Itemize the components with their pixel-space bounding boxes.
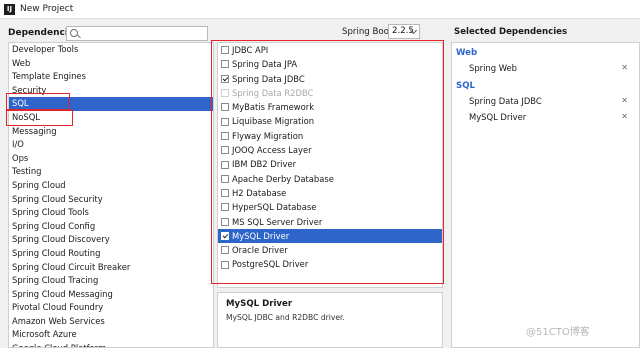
category-item[interactable]: Template Engines xyxy=(9,70,213,84)
selected-dependency-label: MySQL Driver xyxy=(469,112,527,122)
category-item[interactable]: Messaging xyxy=(9,125,213,139)
category-item[interactable]: Spring Cloud Config xyxy=(9,220,213,234)
watermark: @51CTO博客 xyxy=(526,327,590,338)
selected-dependency-item: MySQL Driver ✕ xyxy=(452,109,639,125)
category-item[interactable]: Amazon Web Services xyxy=(9,315,213,329)
spring-boot-version-select[interactable]: 2.2.5 xyxy=(388,24,420,39)
search-icon xyxy=(70,29,78,37)
selected-dependency-item: Spring Data JDBC ✕ xyxy=(452,93,639,109)
annotation-nosql-box xyxy=(6,110,73,126)
window-title: New Project xyxy=(20,4,74,14)
description-panel: MySQL Driver MySQL JDBC and R2DBC driver… xyxy=(217,292,443,348)
category-item[interactable]: Spring Cloud xyxy=(9,179,213,193)
selected-dependency-item: Spring Web ✕ xyxy=(452,60,639,76)
category-item[interactable]: Web xyxy=(9,57,213,71)
remove-icon[interactable]: ✕ xyxy=(621,109,628,125)
category-item[interactable]: I/O xyxy=(9,138,213,152)
annotation-dependencies-box xyxy=(211,40,444,284)
category-item[interactable]: Spring Cloud Messaging xyxy=(9,288,213,302)
description-title: MySQL Driver xyxy=(226,299,293,309)
title-bar: IJ New Project xyxy=(0,0,640,19)
description-text: MySQL JDBC and R2DBC driver. xyxy=(226,313,345,322)
selected-dependencies-panel: Web Spring Web ✕ SQL Spring Data JDBC ✕ MySQL … xyxy=(451,42,640,348)
category-item[interactable]: Spring Cloud Security xyxy=(9,193,213,207)
spring-boot-label: Spring Boot xyxy=(342,27,393,37)
category-item[interactable]: Developer Tools xyxy=(9,43,213,57)
app-icon: IJ xyxy=(4,3,15,15)
annotation-sql-box xyxy=(6,93,70,110)
category-item[interactable]: Testing xyxy=(9,165,213,179)
category-item[interactable]: Spring Cloud Circuit Breaker xyxy=(9,261,213,275)
category-list[interactable]: Developer Tools Web Template Engines Securi… xyxy=(8,42,214,348)
category-item[interactable]: Spring Cloud Discovery xyxy=(9,233,213,247)
selected-dependency-label: Spring Web xyxy=(469,63,517,73)
category-item[interactable]: Ops xyxy=(9,152,213,166)
remove-icon[interactable]: ✕ xyxy=(621,60,628,76)
remove-icon[interactable]: ✕ xyxy=(621,93,628,109)
search-input[interactable] xyxy=(66,26,208,41)
selected-group-label: SQL xyxy=(456,81,475,91)
selected-dependencies-label: Selected Dependencies xyxy=(454,27,568,37)
category-item[interactable]: Pivotal Cloud Foundry xyxy=(9,301,213,315)
category-item[interactable]: Spring Cloud Tools xyxy=(9,206,213,220)
category-item[interactable]: Google Cloud Platform xyxy=(9,342,213,347)
selected-dependency-label: Spring Data JDBC xyxy=(469,96,542,106)
category-item[interactable]: Microsoft Azure xyxy=(9,328,213,342)
selected-group-label: Web xyxy=(456,48,478,58)
category-item[interactable]: Spring Cloud Tracing xyxy=(9,274,213,288)
category-item[interactable]: Spring Cloud Routing xyxy=(9,247,213,261)
